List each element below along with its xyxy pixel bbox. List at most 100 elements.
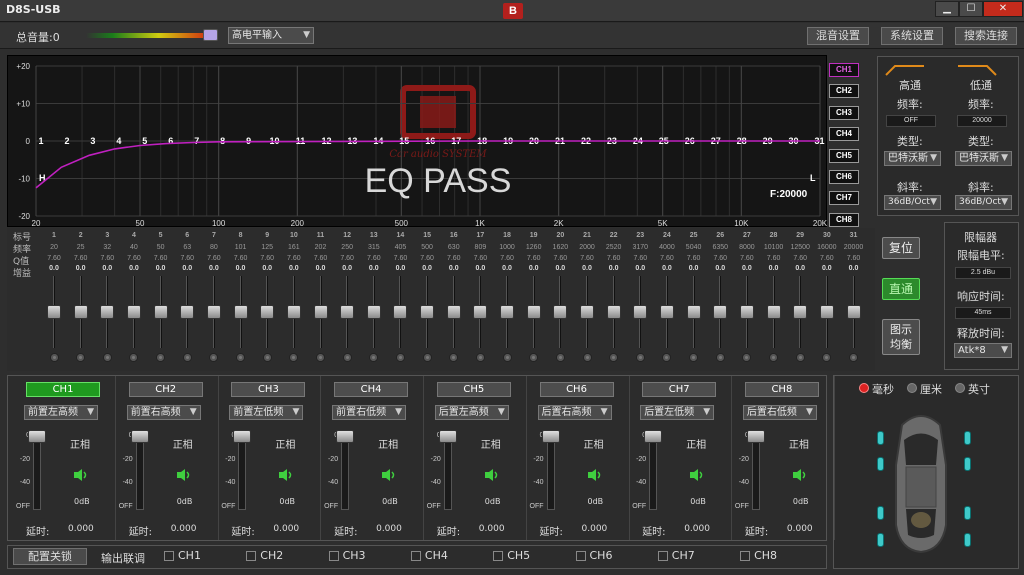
speaker-mute-icon[interactable] <box>278 467 294 486</box>
eq-band-gain[interactable]: 0.0 <box>844 265 864 272</box>
channel-select-ch6[interactable]: CH6 <box>829 170 859 184</box>
slider-thumb[interactable] <box>153 305 168 319</box>
eq-band-gain[interactable]: 0.0 <box>577 265 597 272</box>
eq-band-freq[interactable]: 809 <box>470 244 490 251</box>
eq-band-q[interactable]: 7.60 <box>177 255 197 262</box>
eq-band-reset-knob-icon[interactable] <box>342 353 352 362</box>
output-position-select[interactable]: 后置右低频 ▼ <box>742 405 817 420</box>
eq-band-gain[interactable]: 0.0 <box>657 265 677 272</box>
eq-band-gain[interactable]: 0.0 <box>151 265 171 272</box>
maximize-button[interactable]: ☐ <box>959 1 983 17</box>
output-level-thumb[interactable] <box>233 430 252 443</box>
output-level-thumb[interactable] <box>130 430 149 443</box>
slider-thumb[interactable] <box>793 305 808 319</box>
eq-band-gain[interactable]: 0.0 <box>630 265 650 272</box>
eq-band-freq[interactable]: 8000 <box>737 244 757 251</box>
output-level-slider[interactable] <box>238 432 247 510</box>
eq-band-freq[interactable]: 1620 <box>550 244 570 251</box>
eq-band-reset-knob-icon[interactable] <box>582 353 592 362</box>
speaker-front-right-low-icon[interactable] <box>964 457 971 471</box>
band-number-marker[interactable]: 2 <box>64 136 69 146</box>
output-channel-name-button[interactable]: CH1 <box>26 382 100 397</box>
eq-band-gain[interactable]: 0.0 <box>204 265 224 272</box>
eq-band-freq[interactable]: 50 <box>151 244 171 251</box>
speaker-mute-icon[interactable] <box>381 467 397 486</box>
slider-thumb[interactable] <box>100 305 115 319</box>
lp-freq-field[interactable]: 20000 <box>957 115 1007 127</box>
channel-select-ch4[interactable]: CH4 <box>829 127 859 142</box>
eq-band-gain[interactable]: 0.0 <box>684 265 704 272</box>
slider-thumb[interactable] <box>286 305 301 319</box>
eq-band-reset-knob-icon[interactable] <box>236 353 246 362</box>
slider-thumb[interactable] <box>659 305 674 319</box>
eq-band-slider[interactable] <box>444 276 464 348</box>
phase-toggle[interactable]: 正相 <box>378 436 398 451</box>
eq-band-reset-knob-icon[interactable] <box>635 353 645 362</box>
unit-ms-radio[interactable] <box>859 383 869 393</box>
slider-thumb[interactable] <box>606 305 621 319</box>
eq-band-freq[interactable]: 405 <box>390 244 410 251</box>
link-checkbox-ch3[interactable] <box>328 551 339 561</box>
eq-band-freq[interactable]: 40 <box>124 244 144 251</box>
eq-band-slider[interactable] <box>684 276 704 348</box>
eq-band-reset-knob-icon[interactable] <box>475 353 485 362</box>
eq-band-q[interactable]: 7.60 <box>257 255 277 262</box>
eq-band-q[interactable]: 7.60 <box>151 255 171 262</box>
eq-band-freq[interactable]: 20 <box>44 244 64 251</box>
eq-band-gain[interactable]: 0.0 <box>284 265 304 272</box>
output-channel-name-button[interactable]: CH3 <box>231 382 306 397</box>
link-checkbox-ch8[interactable] <box>740 551 751 561</box>
eq-band-slider[interactable] <box>390 276 410 348</box>
eq-band-slider[interactable] <box>604 276 624 348</box>
eq-band-slider[interactable] <box>710 276 730 348</box>
eq-band-slider[interactable] <box>97 276 117 348</box>
eq-band-reset-knob-icon[interactable] <box>769 353 779 362</box>
eq-band-q[interactable]: 7.60 <box>444 255 464 262</box>
eq-band-gain[interactable]: 0.0 <box>71 265 91 272</box>
phase-toggle[interactable]: 正相 <box>789 436 809 451</box>
link-checkbox-ch1[interactable] <box>164 551 174 561</box>
eq-band-slider[interactable] <box>204 276 224 348</box>
eq-band-q[interactable]: 7.60 <box>790 255 810 262</box>
slider-thumb[interactable] <box>206 305 221 319</box>
eq-band-reset-knob-icon[interactable] <box>422 353 432 362</box>
limiter-attack-field[interactable]: 45ms <box>955 307 1011 319</box>
eq-band-q[interactable]: 7.60 <box>710 255 730 262</box>
lowpass-marker[interactable]: L <box>810 173 816 183</box>
output-level-slider[interactable] <box>649 432 658 510</box>
eq-band-slider[interactable] <box>470 276 490 348</box>
output-level-slider[interactable] <box>751 432 760 510</box>
eq-band-gain[interactable]: 0.0 <box>524 265 544 272</box>
eq-band-freq[interactable]: 125 <box>257 244 277 251</box>
speaker-front-left-high-icon[interactable] <box>877 431 884 445</box>
slider-thumb[interactable] <box>233 305 248 319</box>
delay-value[interactable]: 0.000 <box>376 524 402 534</box>
eq-band-q[interactable]: 7.60 <box>524 255 544 262</box>
eq-band-slider[interactable] <box>497 276 517 348</box>
slider-thumb[interactable] <box>686 305 701 319</box>
link-checkbox-ch4[interactable] <box>410 551 421 561</box>
eq-band-slider[interactable] <box>417 276 437 348</box>
eq-band-freq[interactable]: 25 <box>71 244 91 251</box>
output-channel-name-button[interactable]: CH7 <box>642 382 717 397</box>
output-level-slider[interactable] <box>33 432 41 510</box>
slider-thumb[interactable] <box>366 305 381 319</box>
output-position-select[interactable]: 前置右低频 ▼ <box>332 405 407 420</box>
eq-band-reset-knob-icon[interactable] <box>795 353 805 362</box>
eq-band-reset-knob-icon[interactable] <box>849 353 858 362</box>
eq-band-gain[interactable]: 0.0 <box>817 265 837 272</box>
eq-band-q[interactable]: 7.60 <box>737 255 757 262</box>
output-position-select[interactable]: 后置右高频 ▼ <box>537 405 612 420</box>
eq-band-slider[interactable] <box>284 276 304 348</box>
eq-band-slider[interactable] <box>577 276 597 348</box>
eq-band-freq[interactable]: 1000 <box>497 244 517 251</box>
output-level-slider[interactable] <box>135 432 144 510</box>
eq-band-gain[interactable]: 0.0 <box>550 265 570 272</box>
output-level-slider[interactable] <box>341 432 350 510</box>
slider-thumb[interactable] <box>393 305 408 319</box>
eq-band-q[interactable]: 7.60 <box>364 255 384 262</box>
eq-band-q[interactable]: 7.60 <box>337 255 357 262</box>
mix-settings-button[interactable]: 混音设置 <box>807 27 869 45</box>
eq-band-q[interactable]: 7.60 <box>124 255 144 262</box>
eq-band-gain[interactable]: 0.0 <box>124 265 144 272</box>
